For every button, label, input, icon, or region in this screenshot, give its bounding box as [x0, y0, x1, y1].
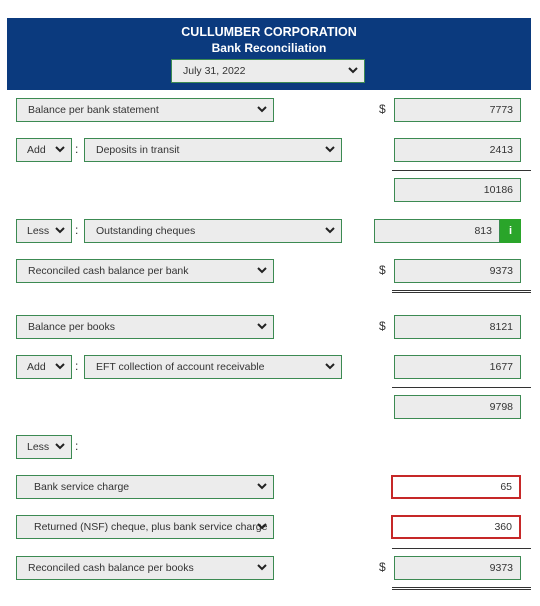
books-less-amount2[interactable]: 360 [392, 516, 520, 538]
subtotal-rule [392, 170, 531, 171]
chevron-down-icon [324, 224, 336, 236]
bank-less-amount[interactable]: 813 [374, 219, 500, 243]
bank-add-operator-select[interactable]: Add [16, 138, 72, 162]
chevron-down-icon [256, 561, 268, 573]
books-subtotal-amount[interactable]: 9798 [394, 395, 521, 419]
books-add-item-select[interactable]: EFT collection of account receivable [84, 355, 342, 379]
double-rule-bottom [392, 589, 531, 590]
books-balance-amount[interactable]: 8121 [394, 315, 521, 339]
chevron-down-icon [256, 480, 268, 492]
operator-value: Less [27, 441, 50, 453]
bank-add-amount[interactable]: 2413 [394, 138, 521, 162]
date-select[interactable]: July 31, 2022 [171, 59, 365, 83]
books-less-item2-select[interactable]: Returned (NSF) cheque, plus bank service… [16, 515, 274, 539]
item-label: Reconciled cash balance per bank [28, 265, 189, 277]
operator-value: Less [27, 225, 50, 237]
subtotal-rule [392, 548, 531, 549]
bank-less-operator-select[interactable]: Less [16, 219, 72, 243]
operator-value: Add [27, 144, 46, 156]
chevron-down-icon [54, 224, 66, 236]
books-less-item1-select[interactable]: Bank service charge [16, 475, 274, 499]
books-reconciled-amount[interactable]: 9373 [394, 556, 521, 580]
chevron-down-icon [324, 143, 336, 155]
double-rule-bottom [392, 292, 531, 293]
date-select-value: July 31, 2022 [183, 65, 246, 77]
bank-balance-label: Balance per bank statement [28, 104, 159, 116]
item-label: Deposits in transit [96, 144, 180, 156]
currency-symbol: $ [379, 263, 386, 277]
item-label: Outstanding cheques [96, 225, 196, 237]
currency-symbol: $ [379, 102, 386, 116]
chevron-down-icon [324, 360, 336, 372]
bank-less-item-select[interactable]: Outstanding cheques [84, 219, 342, 243]
books-add-amount[interactable]: 1677 [394, 355, 521, 379]
chevron-down-icon [347, 64, 359, 76]
subtotal-rule [392, 387, 531, 388]
double-rule-top [392, 290, 531, 291]
bank-subtotal-amount[interactable]: 10186 [394, 178, 521, 202]
operator-value: Add [27, 361, 46, 373]
colon-separator: : [75, 223, 79, 237]
company-name: CULLUMBER CORPORATION [181, 25, 357, 39]
chevron-down-icon [256, 320, 268, 332]
chevron-down-icon [256, 264, 268, 276]
chevron-down-icon [256, 520, 268, 532]
item-label: Reconciled cash balance per books [28, 562, 194, 574]
double-rule-top [392, 587, 531, 588]
item-label: Bank service charge [34, 481, 130, 493]
bank-balance-amount[interactable]: 7773 [394, 98, 521, 122]
colon-separator: : [75, 142, 79, 156]
item-label: Balance per books [28, 321, 115, 333]
colon-separator: : [75, 359, 79, 373]
books-add-operator-select[interactable]: Add [16, 355, 72, 379]
item-label: Returned (NSF) cheque, plus bank service… [34, 521, 268, 533]
chevron-down-icon [54, 143, 66, 155]
books-less-operator-select[interactable]: Less [16, 435, 72, 459]
books-less-amount1[interactable]: 65 [392, 476, 520, 498]
bank-add-item-select[interactable]: Deposits in transit [84, 138, 342, 162]
currency-symbol: $ [379, 319, 386, 333]
currency-symbol: $ [379, 560, 386, 574]
bank-balance-select[interactable]: Balance per bank statement [16, 98, 274, 122]
bank-reconciled-select[interactable]: Reconciled cash balance per bank [16, 259, 274, 283]
bank-reconciled-amount[interactable]: 9373 [394, 259, 521, 283]
colon-separator: : [75, 439, 79, 453]
info-button[interactable]: i [500, 219, 521, 243]
chevron-down-icon [54, 440, 66, 452]
chevron-down-icon [256, 103, 268, 115]
books-reconciled-select[interactable]: Reconciled cash balance per books [16, 556, 274, 580]
books-balance-select[interactable]: Balance per books [16, 315, 274, 339]
report-title: Bank Reconciliation [211, 41, 327, 55]
chevron-down-icon [54, 360, 66, 372]
item-label: EFT collection of account receivable [96, 361, 265, 373]
